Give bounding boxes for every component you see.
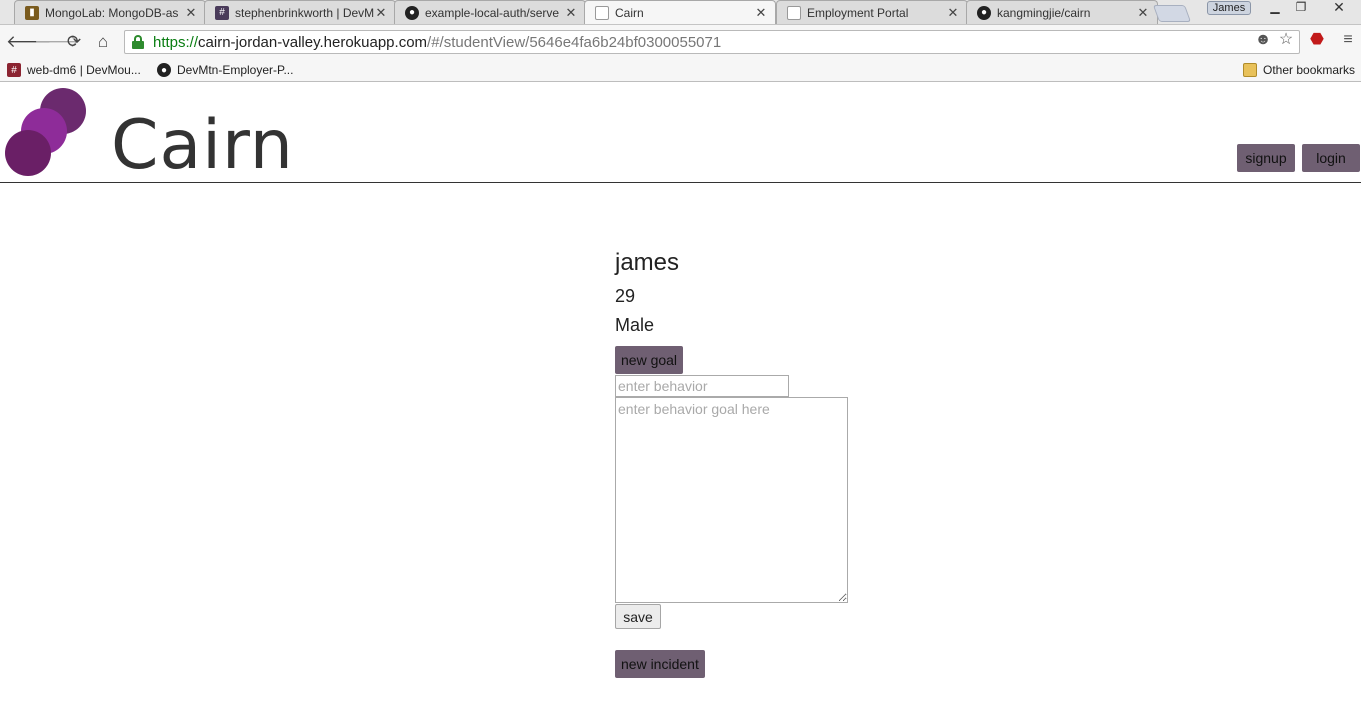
- new-incident-button[interactable]: new incident: [615, 650, 705, 678]
- browser-tab[interactable]: ▮ MongoLab: MongoDB-as ✕: [14, 0, 206, 24]
- minimize-icon[interactable]: ▁: [1262, 0, 1288, 16]
- other-bookmarks[interactable]: Other bookmarks: [1243, 61, 1355, 79]
- forward-arrow-icon[interactable]: 🡒: [34, 31, 80, 53]
- new-tab-button[interactable]: [1152, 5, 1192, 22]
- close-tab-icon[interactable]: ✕: [1137, 5, 1149, 21]
- github-icon: ●: [405, 5, 419, 20]
- page-icon: [787, 5, 801, 20]
- goal-textarea[interactable]: [615, 397, 848, 603]
- close-tab-icon[interactable]: ✕: [375, 5, 387, 21]
- bookmarks-bar: # web-dm6 | DevMou... ● DevMtn-Employer-…: [0, 58, 1361, 82]
- student-gender: Male: [615, 315, 655, 335]
- mongolab-icon: ▮: [25, 5, 39, 20]
- github-icon: ●: [977, 5, 991, 20]
- slack-icon: #: [215, 5, 229, 20]
- save-button[interactable]: save: [615, 604, 661, 629]
- adblock-icon[interactable]: ⬣: [1306, 29, 1328, 51]
- close-window-icon[interactable]: ✕: [1326, 0, 1352, 16]
- browser-tab[interactable]: # stephenbrinkworth | DevM ✕: [204, 0, 396, 24]
- browser-tab[interactable]: ● kangmingjie/cairn ✕: [966, 0, 1158, 24]
- behavior-input[interactable]: [615, 375, 789, 397]
- github-icon: ●: [157, 63, 171, 77]
- reload-icon[interactable]: ⟳: [63, 31, 85, 53]
- browser-tab-active[interactable]: Cairn ✕: [584, 0, 776, 24]
- back-arrow-icon[interactable]: 🡐: [6, 31, 52, 53]
- student-name: james: [615, 249, 680, 276]
- address-bar[interactable]: https://cairn-jordan-valley.herokuapp.co…: [124, 30, 1300, 54]
- site-header: Cairn signup login: [0, 83, 1361, 185]
- login-button[interactable]: login: [1302, 144, 1360, 172]
- folder-icon: [1243, 63, 1257, 77]
- slack-icon: #: [7, 63, 21, 77]
- close-tab-icon[interactable]: ✕: [755, 5, 767, 21]
- bookmark-item[interactable]: ● DevMtn-Employer-P...: [157, 61, 293, 79]
- cairn-logo-icon: [5, 88, 86, 176]
- menu-icon[interactable]: ≡: [1338, 29, 1358, 51]
- brand-title: Cairn: [111, 106, 294, 185]
- home-icon[interactable]: ⌂: [92, 31, 114, 53]
- profile-button[interactable]: James: [1207, 1, 1251, 15]
- browser-tabstrip: ▮ MongoLab: MongoDB-as ✕ # stephenbrinkw…: [0, 0, 1361, 24]
- signup-button[interactable]: signup: [1237, 144, 1295, 172]
- bookmark-item[interactable]: # web-dm6 | DevMou...: [7, 61, 141, 79]
- browser-tab[interactable]: Employment Portal ✕: [776, 0, 968, 24]
- lock-icon: [131, 35, 145, 49]
- student-age: 29: [615, 286, 636, 306]
- browser-toolbar: 🡐 🡒 ⟳ ⌂ https://cairn-jordan-valley.hero…: [0, 24, 1361, 58]
- close-tab-icon[interactable]: ✕: [185, 5, 197, 21]
- extension-icon[interactable]: ☻: [1252, 29, 1274, 51]
- page-icon: [595, 5, 609, 20]
- star-icon[interactable]: ☆: [1275, 29, 1297, 51]
- restore-icon[interactable]: ❐: [1288, 0, 1314, 16]
- new-goal-button[interactable]: new goal: [615, 346, 684, 374]
- close-tab-icon[interactable]: ✕: [947, 5, 959, 21]
- browser-tab[interactable]: ● example-local-auth/serve ✕: [394, 0, 586, 24]
- close-tab-icon[interactable]: ✕: [565, 5, 577, 21]
- page: Cairn signup login james 29 Male new goa…: [0, 83, 1361, 713]
